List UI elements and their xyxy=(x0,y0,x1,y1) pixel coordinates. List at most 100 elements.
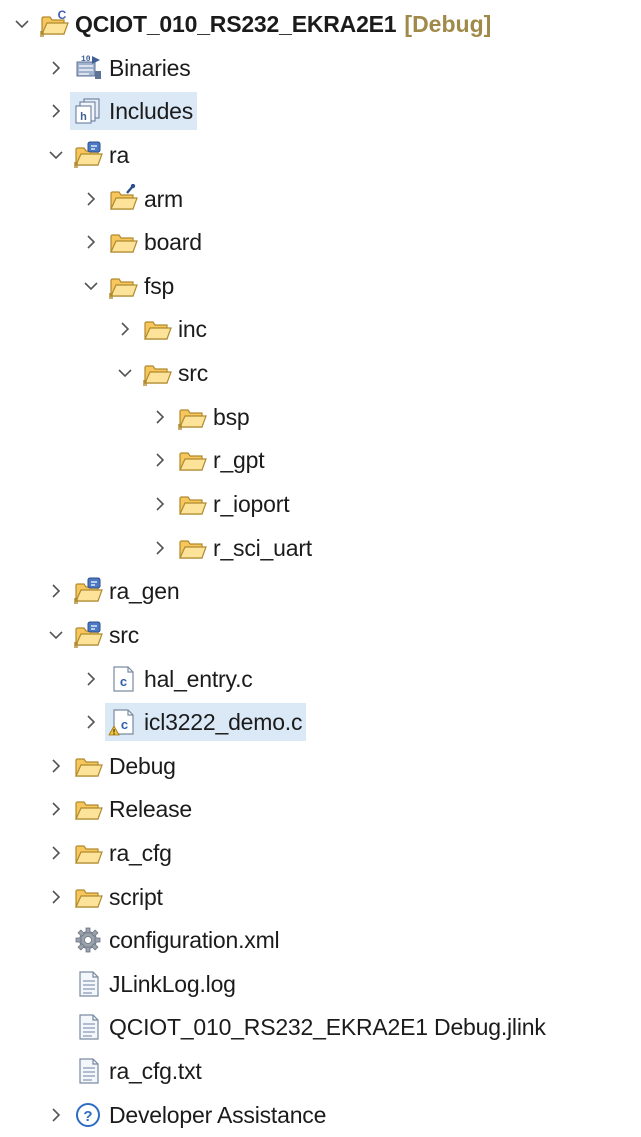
tree-item-inc[interactable]: inc xyxy=(111,310,207,348)
tree-item-label: ra_cfg.txt xyxy=(109,1058,202,1084)
expand-chevron-icon[interactable] xyxy=(42,572,70,610)
tree-item-binaries[interactable]: Binaries xyxy=(42,49,191,87)
folder-icon xyxy=(177,402,207,432)
expand-chevron-icon[interactable] xyxy=(42,49,70,87)
tree-item-ra[interactable]: ra xyxy=(42,136,129,174)
expand-chevron-icon[interactable] xyxy=(42,834,70,872)
folder-icon xyxy=(142,358,172,388)
tree-item-r-ioport[interactable]: r_ioport xyxy=(146,485,290,523)
tree-item-developer-assistance[interactable]: Developer Assistance xyxy=(42,1096,326,1134)
tree-item-label: inc xyxy=(178,316,207,342)
expand-chevron-icon[interactable] xyxy=(146,529,174,567)
text-file-icon xyxy=(73,1012,103,1042)
expand-chevron-icon[interactable] xyxy=(42,1096,70,1134)
tree-item-includes[interactable]: Includes xyxy=(42,92,198,130)
collapse-chevron-icon[interactable] xyxy=(8,5,36,43)
tree-item-label: hal_entry.c xyxy=(144,666,253,692)
tree-item-fsp-src[interactable]: src xyxy=(111,354,208,392)
source-folder-icon xyxy=(73,140,103,170)
selection-highlight: icl3222_demo.c xyxy=(105,703,307,741)
tree-item-label: Includes xyxy=(109,92,198,130)
tree-item-ra-cfg-txt[interactable]: ra_cfg.txt xyxy=(42,1052,202,1090)
tree-item-icl3222-demo[interactable]: icl3222_demo.c xyxy=(77,703,307,741)
linked-folder-icon xyxy=(108,184,138,214)
tree-item-label: Binaries xyxy=(109,55,191,81)
collapse-chevron-icon[interactable] xyxy=(42,616,70,654)
folder-icon xyxy=(108,227,138,257)
tree-item-label: Debug xyxy=(109,753,176,779)
source-folder-icon xyxy=(73,576,103,606)
tree-item-label: configuration.xml xyxy=(109,927,280,953)
expand-chevron-icon[interactable] xyxy=(42,747,70,785)
tree-item-ra-gen[interactable]: ra_gen xyxy=(42,572,180,610)
tree-item-script[interactable]: script xyxy=(42,878,163,916)
collapse-chevron-icon[interactable] xyxy=(77,267,105,305)
folder-icon xyxy=(177,489,207,519)
expand-chevron-icon[interactable] xyxy=(146,441,174,479)
folder-icon xyxy=(73,882,103,912)
project-explorer-tree: QCIOT_010_RS232_EKRA2E1 [Debug] Binaries… xyxy=(0,0,641,1137)
tree-item-src[interactable]: src xyxy=(42,616,139,654)
tree-item-label: script xyxy=(109,884,163,910)
tree-item-ra-cfg[interactable]: ra_cfg xyxy=(42,834,172,872)
binaries-icon xyxy=(73,53,103,83)
tree-item-label: ra xyxy=(109,142,130,168)
project-root-row[interactable]: QCIOT_010_RS232_EKRA2E1 [Debug] xyxy=(8,5,491,43)
tree-item-release[interactable]: Release xyxy=(42,790,192,828)
c-project-folder-icon xyxy=(39,9,69,39)
expand-chevron-icon[interactable] xyxy=(77,223,105,261)
text-file-icon xyxy=(73,1056,103,1086)
tree-item-label: ra_cfg xyxy=(109,840,172,866)
folder-icon xyxy=(177,533,207,563)
tree-item-label: JLinkLog.log xyxy=(109,971,236,997)
tree-item-label: src xyxy=(109,622,140,648)
tree-item-debug[interactable]: Debug xyxy=(42,747,176,785)
project-name: QCIOT_010_RS232_EKRA2E1 xyxy=(75,11,397,37)
tree-item-hal-entry[interactable]: hal_entry.c xyxy=(77,660,253,698)
folder-icon xyxy=(142,314,172,344)
tree-item-fsp[interactable]: fsp xyxy=(77,267,174,305)
folder-icon xyxy=(73,751,103,781)
expand-chevron-icon[interactable] xyxy=(146,485,174,523)
tree-item-board[interactable]: board xyxy=(77,223,202,261)
folder-icon xyxy=(73,838,103,868)
expand-chevron-icon[interactable] xyxy=(111,310,139,348)
expand-chevron-icon[interactable] xyxy=(42,878,70,916)
tree-item-label: src xyxy=(178,360,209,386)
expand-chevron-icon[interactable] xyxy=(42,790,70,828)
tree-item-jlinklog[interactable]: JLinkLog.log xyxy=(42,965,236,1003)
expand-chevron-icon[interactable] xyxy=(77,180,105,218)
tree-item-label: board xyxy=(144,229,202,255)
expand-chevron-icon[interactable] xyxy=(146,398,174,436)
source-folder-icon xyxy=(73,620,103,650)
tree-item-configuration-xml[interactable]: configuration.xml xyxy=(42,921,280,959)
c-source-file-warning-icon xyxy=(108,707,138,737)
tree-item-jlink-file[interactable]: QCIOT_010_RS232_EKRA2E1 Debug.jlink xyxy=(42,1008,546,1046)
tree-item-label: r_gpt xyxy=(213,447,265,473)
folder-icon xyxy=(108,271,138,301)
tree-item-r-gpt[interactable]: r_gpt xyxy=(146,441,265,479)
tree-item-bsp[interactable]: bsp xyxy=(146,398,250,436)
collapse-chevron-icon[interactable] xyxy=(42,136,70,174)
c-source-file-icon xyxy=(108,664,138,694)
tree-item-label: r_ioport xyxy=(213,491,290,517)
tree-item-label: icl3222_demo.c xyxy=(144,703,307,741)
folder-icon xyxy=(177,445,207,475)
expand-chevron-icon[interactable] xyxy=(77,660,105,698)
tree-item-label: Developer Assistance xyxy=(109,1102,327,1128)
hover-highlight: Includes xyxy=(70,92,198,130)
collapse-chevron-icon[interactable] xyxy=(111,354,139,392)
tree-item-label: arm xyxy=(144,186,184,212)
tree-item-arm[interactable]: arm xyxy=(77,180,183,218)
build-config-decorator: [Debug] xyxy=(404,10,492,37)
text-file-icon xyxy=(73,969,103,999)
tree-item-label: ra_gen xyxy=(109,578,180,604)
tree-item-r-sci-uart[interactable]: r_sci_uart xyxy=(146,529,312,567)
expand-chevron-icon[interactable] xyxy=(42,92,70,130)
tree-item-label: bsp xyxy=(213,404,250,430)
expand-chevron-icon[interactable] xyxy=(77,703,105,741)
folder-icon xyxy=(73,794,103,824)
tree-item-label: Release xyxy=(109,796,192,822)
tree-item-label: r_sci_uart xyxy=(213,535,312,561)
tree-item-label: QCIOT_010_RS232_EKRA2E1 Debug.jlink xyxy=(109,1014,546,1040)
